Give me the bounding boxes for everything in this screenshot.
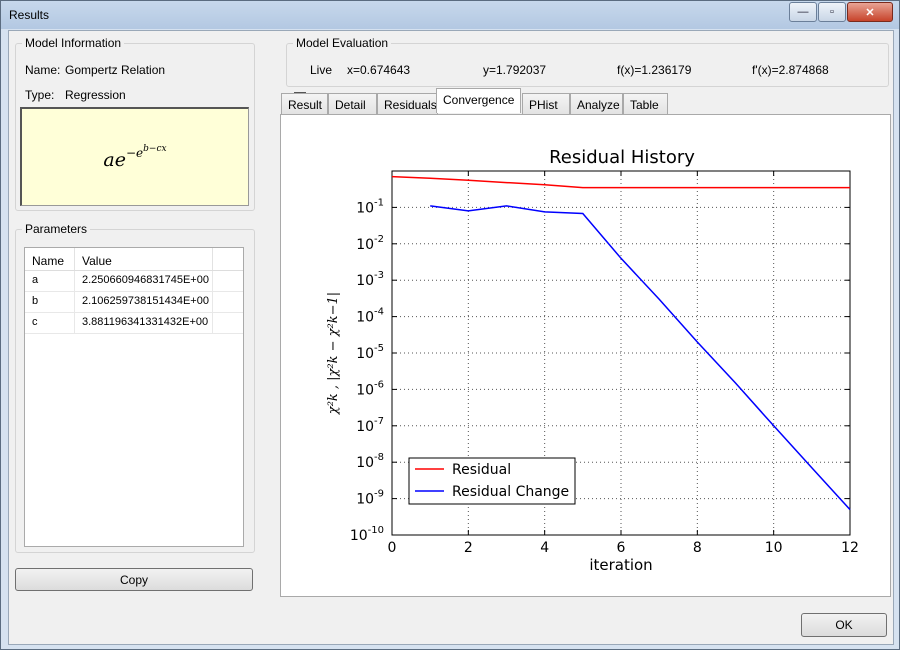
maximize-button[interactable]: ▫ [818,2,846,22]
minimize-button[interactable]: — [789,2,817,22]
ok-button[interactable]: OK [801,613,887,637]
chart-legend: Residual Residual Change [408,457,576,505]
param-name: a [25,271,75,291]
y-tick-label: 10-7 [356,416,384,435]
param-name: b [25,292,75,312]
x-tick-label: 8 [693,540,702,556]
copy-button[interactable]: Copy [15,568,253,591]
table-row[interactable]: a 2.250660946831745E+00 [25,271,243,292]
dialog-client: Model Information Name: Gompertz Relatio… [8,30,894,645]
tab-residuals[interactable]: Residuals [377,93,438,114]
y-tick-label: 10-3 [356,270,384,289]
model-information-title: Model Information [22,36,125,50]
param-name: c [25,313,75,333]
y-tick-label: 10-5 [356,343,384,362]
y-axis-label: χ²k , |χ²k − χ²k−1| [326,292,341,415]
maximize-icon: ▫ [830,6,834,18]
model-evaluation-title: Model Evaluation [293,36,392,50]
eval-fx: f(x)=1.236179 [617,63,692,77]
formula-exp-sign: − [125,145,137,160]
parameters-title: Parameters [22,222,91,236]
tab-convergence-active[interactable]: Convergence [436,88,521,113]
close-button[interactable]: ✕ [847,2,893,22]
formula-base: ae [103,148,126,171]
x-tick-label: 10 [765,540,783,556]
formula-exp-exponent: b−cx [143,143,167,154]
y-tick-label: 10-1 [356,197,384,216]
y-tick-label: 10-9 [356,489,384,508]
model-name-label: Name: [25,63,61,77]
model-type-label: Type: [25,88,55,102]
chart-title: Residual History [549,147,695,168]
close-icon: ✕ [865,6,875,19]
eval-y: y=1.792037 [483,63,547,77]
tab-analyze[interactable]: Analyze [570,93,623,114]
param-value: 3.881196341331432E+00 [75,313,213,333]
table-row[interactable]: b 2.106259738151434E+00 [25,292,243,313]
parameters-table[interactable]: Name Value a 2.250660946831745E+00 b 2.1… [24,247,244,547]
tab-result[interactable]: Result [281,93,328,114]
y-tick-label: 10-8 [356,452,384,471]
param-value: 2.250660946831745E+00 [75,271,213,291]
tab-convergence[interactable]: PHist [522,93,570,114]
y-tick-label: 10-6 [356,379,384,398]
table-header: Name Value [25,248,243,271]
x-axis-label: iteration [589,556,652,574]
title-bar[interactable]: Results — ▫ ✕ [1,1,899,29]
window-title: Results [9,8,50,22]
eval-fpx: f'(x)=2.874868 [752,63,829,77]
column-header-filler [213,248,243,270]
tab-detail[interactable]: Detail [328,93,377,114]
legend-label-residual: Residual [452,462,511,478]
tab-table[interactable]: Table [623,93,668,114]
column-header-value[interactable]: Value [75,248,213,270]
eval-x: x=0.674643 [347,63,411,77]
x-tick-label: 4 [540,540,549,556]
y-tick-label: 10-10 [350,525,384,544]
minimize-icon: — [797,6,809,18]
model-name-value: Gompertz Relation [65,63,166,77]
table-row[interactable]: c 3.881196341331432E+00 [25,313,243,334]
column-header-name[interactable]: Name [25,248,75,270]
x-tick-label: 0 [388,540,397,556]
series-line-residual [391,175,850,189]
x-tick-label: 6 [617,540,626,556]
x-tick-label: 12 [841,540,859,556]
model-type-value: Regression [65,88,126,102]
live-label[interactable]: Live [310,63,332,77]
legend-label-residual-change: Residual Change [452,484,569,500]
model-evaluation-group: Model Evaluation Live x=0.674643 y=1.792… [286,36,889,87]
y-tick-label: 10-4 [356,307,384,326]
y-tick-label: 10-2 [356,234,384,253]
convergence-panel: Residual History 0 2 4 6 8 10 12 10-10 10-9 10-8 1… [280,114,891,597]
residual-history-chart: Residual History 0 2 4 6 8 10 12 10-10 10-9 10-8 1… [326,147,859,574]
model-formula: ae−eb−cx [20,107,249,206]
x-tick-label: 2 [464,540,473,556]
param-value: 2.106259738151434E+00 [75,292,213,312]
